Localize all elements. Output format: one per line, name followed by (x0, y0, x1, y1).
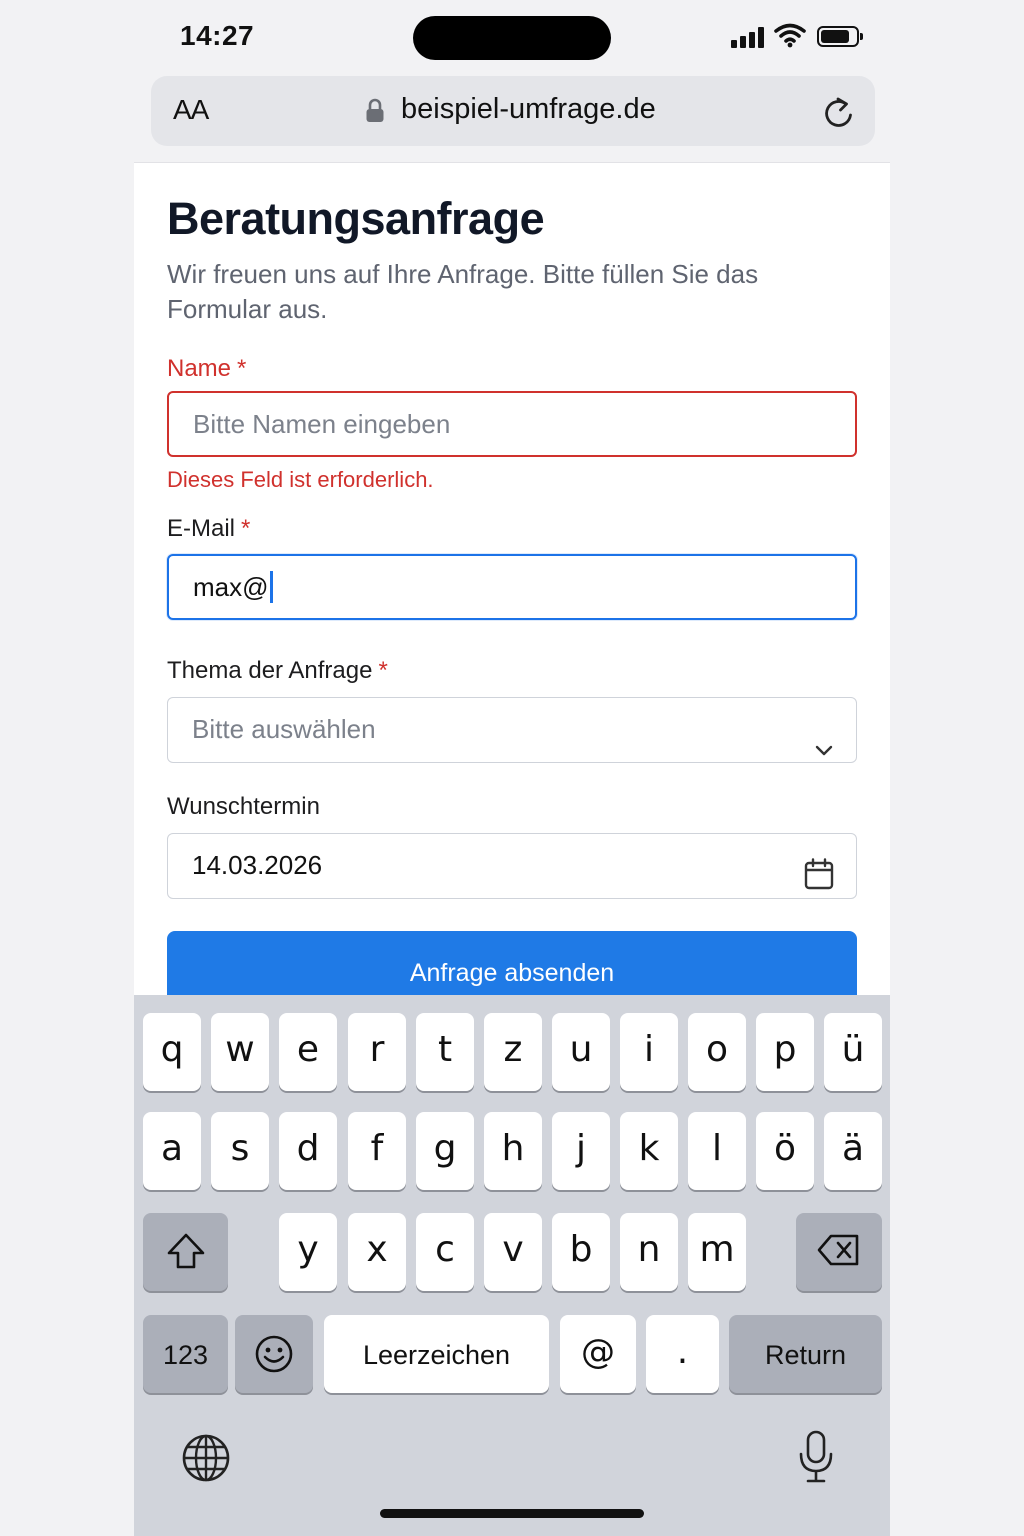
key-p[interactable]: p (756, 1013, 814, 1091)
emoji-icon (255, 1335, 293, 1373)
key-a[interactable]: a (143, 1112, 201, 1190)
text-cursor (269, 571, 273, 604)
date-input[interactable]: 14.03.2026 (167, 833, 857, 899)
key-y[interactable]: y (279, 1213, 337, 1291)
space-key[interactable]: Leerzeichen (324, 1315, 549, 1393)
key-j[interactable]: j (552, 1112, 610, 1190)
microphone-icon[interactable] (797, 1429, 835, 1490)
key-r[interactable]: r (348, 1013, 406, 1091)
backspace-icon (817, 1234, 859, 1266)
name-input[interactable]: Bitte Namen eingeben (167, 391, 857, 457)
key-i[interactable]: i (620, 1013, 678, 1091)
backspace-key[interactable] (796, 1213, 882, 1291)
key-k[interactable]: k (620, 1112, 678, 1190)
key-l[interactable]: l (688, 1112, 746, 1190)
url-text[interactable]: beispiel-umfrage.de (401, 93, 656, 126)
name-error-message: Dieses Feld ist erforderlich. (167, 467, 434, 492)
email-label-text: E-Mail (167, 515, 236, 542)
key-t[interactable]: t (416, 1013, 474, 1091)
key-oe[interactable]: ö (756, 1112, 814, 1190)
at-key[interactable]: @ (560, 1315, 636, 1393)
date-value: 14.03.2026 (192, 850, 323, 880)
key-h[interactable]: h (484, 1112, 542, 1190)
key-g[interactable]: g (416, 1112, 474, 1190)
email-input[interactable]: max@ (167, 554, 857, 620)
key-ae[interactable]: ä (824, 1112, 882, 1190)
topic-label-text: Thema der Anfrage (167, 657, 373, 684)
page-subtitle: Wir freuen uns auf Ihre Anfrage. Bitte f… (167, 259, 759, 324)
calendar-icon[interactable] (804, 850, 834, 913)
battery-icon (817, 26, 863, 47)
key-s[interactable]: s (211, 1112, 269, 1190)
email-label: E-Mail * (167, 515, 250, 543)
topic-label: Thema der Anfrage * (167, 657, 388, 685)
submit-button[interactable]: Anfrage absenden (167, 931, 857, 1002)
key-d[interactable]: d (279, 1112, 337, 1190)
text-size-button[interactable]: AA (173, 94, 209, 126)
key-e[interactable]: e (279, 1013, 337, 1091)
key-q[interactable]: q (143, 1013, 201, 1091)
required-marker: * (378, 657, 388, 684)
home-indicator[interactable] (380, 1509, 644, 1518)
key-x[interactable]: x (348, 1213, 406, 1291)
date-label: Wunschtermin (167, 793, 320, 820)
wifi-icon (774, 22, 806, 53)
topic-select[interactable]: Bitte auswählen (167, 697, 857, 763)
lock-icon (365, 98, 385, 129)
text-size-label: AA (173, 94, 209, 125)
page-title: Beratungsanfrage (167, 193, 545, 244)
status-time: 14:27 (180, 20, 255, 51)
dot-key[interactable]: . (646, 1315, 719, 1393)
key-m[interactable]: m (688, 1213, 746, 1291)
address-bar[interactable]: AA beispiel-umfrage.de (151, 76, 875, 146)
key-n[interactable]: n (620, 1213, 678, 1291)
dynamic-island (413, 16, 611, 60)
key-v[interactable]: v (484, 1213, 542, 1291)
key-o[interactable]: o (688, 1013, 746, 1091)
cellular-signal-icon (731, 26, 767, 48)
key-z[interactable]: z (484, 1013, 542, 1091)
numbers-key[interactable]: 123 (143, 1315, 228, 1393)
required-marker: * (241, 515, 251, 542)
onscreen-keyboard: q w e r t z u i o p ü a s d f g h j k l … (134, 995, 890, 1536)
topic-selected-value: Bitte auswählen (192, 714, 376, 744)
return-key[interactable]: Return (729, 1315, 882, 1393)
key-c[interactable]: c (416, 1213, 474, 1291)
reload-icon[interactable] (823, 96, 855, 135)
key-w[interactable]: w (211, 1013, 269, 1091)
shift-icon (167, 1233, 204, 1269)
name-label-text: Name (167, 355, 232, 382)
key-ue[interactable]: ü (824, 1013, 882, 1091)
key-f[interactable]: f (348, 1112, 406, 1190)
key-u[interactable]: u (552, 1013, 610, 1091)
chevron-down-icon (814, 720, 834, 783)
required-marker: * (237, 355, 247, 382)
web-page: Beratungsanfrage Wir freuen uns auf Ihre… (134, 162, 890, 1002)
shift-key[interactable] (143, 1213, 228, 1291)
globe-icon[interactable] (181, 1433, 231, 1488)
emoji-key[interactable] (235, 1315, 313, 1393)
name-placeholder: Bitte Namen eingeben (193, 409, 451, 439)
status-bar: 14:27 (0, 0, 1024, 75)
name-label: Name * (167, 355, 246, 383)
key-b[interactable]: b (552, 1213, 610, 1291)
email-value: max@ (193, 572, 269, 602)
